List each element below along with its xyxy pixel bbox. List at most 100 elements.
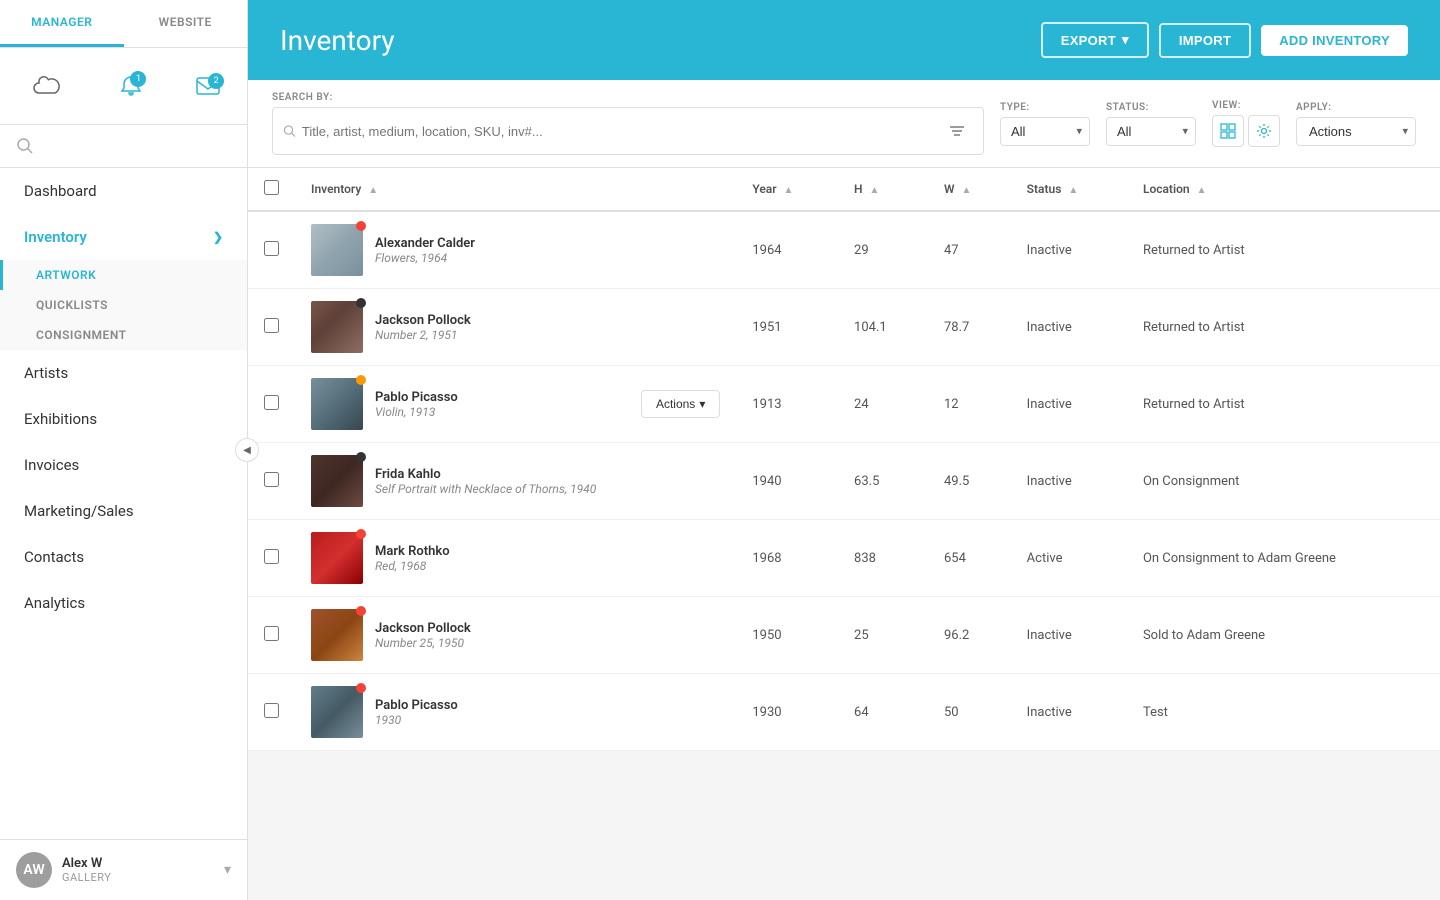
artwork-title: Self Portrait with Necklace of Thorns, 1… [375,482,720,496]
select-all-checkbox[interactable] [264,180,279,195]
artwork-details: Pablo Picasso 1930 [375,698,720,727]
col-h[interactable]: H ▲ [838,168,928,211]
sidebar-item-artists[interactable]: Artists [0,350,247,396]
status-label: STATUS: [1106,102,1196,113]
status-dot [356,529,366,539]
view-label: VIEW: [1212,100,1280,111]
row-status: Inactive [1011,289,1127,366]
sidebar-item-artwork[interactable]: ARTWORK [0,260,247,290]
artwork-details: Frida Kahlo Self Portrait with Necklace … [375,467,720,496]
artwork-cell: Alexander Calder Flowers, 1964 [295,211,736,289]
actions-select[interactable]: Actions [1296,117,1416,146]
sidebar-item-invoices[interactable]: Invoices [0,442,247,488]
export-button[interactable]: EXPORT ▾ [1041,22,1149,58]
row-checkbox-cell [248,366,295,443]
row-location: Returned to Artist [1127,366,1440,443]
row-h: 25 [838,597,928,674]
search-input-icon [283,124,296,138]
row-checkbox[interactable] [264,626,279,641]
row-h: 63.5 [838,443,928,520]
row-year: 1968 [736,520,838,597]
row-year: 1913 [736,366,838,443]
col-year[interactable]: Year ▲ [736,168,838,211]
sidebar-item-marketing[interactable]: Marketing/Sales [0,488,247,534]
row-checkbox[interactable] [264,703,279,718]
row-location: Test [1127,674,1440,751]
sidebar-item-consignment[interactable]: CONSIGNMENT [0,320,247,350]
sidebar-footer[interactable]: AW Alex W GALLERY ▾ [0,839,247,900]
mail-icon-wrap[interactable]: 2 [196,77,220,95]
grid-icon [1220,123,1236,139]
add-inventory-button[interactable]: ADD INVENTORY [1261,25,1408,56]
sort-h-icon: ▲ [870,185,880,196]
artwork-thumbnail [311,609,363,661]
footer-gallery: GALLERY [62,871,214,884]
search-icon [16,137,34,155]
sidebar-collapse-btn[interactable]: ◀ [235,438,259,462]
bell-icon-wrap[interactable]: 1 [120,75,142,97]
tab-manager[interactable]: MANAGER [0,0,124,47]
row-checkbox[interactable] [264,395,279,410]
table-row: Pablo Picasso 1930 19306450InactiveTest [248,674,1440,751]
row-checkbox[interactable] [264,241,279,256]
apply-label: APPLY: [1296,102,1416,113]
actions-chevron-icon: ▾ [699,397,705,411]
sidebar-nav: Dashboard Inventory ❯ ARTWORK QUICKLISTS… [0,168,247,839]
row-location: Returned to Artist [1127,211,1440,289]
mail-badge: 2 [208,73,224,89]
col-status[interactable]: Status ▲ [1011,168,1127,211]
row-actions-button[interactable]: Actions ▾ [641,390,720,418]
artwork-details: Pablo Picasso Violin, 1913 [375,390,629,419]
artwork-title: Number 2, 1951 [375,328,720,342]
artwork-artist: Jackson Pollock [375,313,720,328]
col-w[interactable]: W ▲ [928,168,1011,211]
artwork-details: Jackson Pollock Number 25, 1950 [375,621,720,650]
artwork-artist: Mark Rothko [375,544,720,559]
sidebar-item-exhibitions[interactable]: Exhibitions [0,396,247,442]
type-select[interactable]: All [1000,117,1090,146]
sidebar-search-area[interactable] [0,125,247,168]
sidebar-icon-area: 1 2 [0,48,247,125]
row-checkbox[interactable] [264,318,279,333]
row-h: 29 [838,211,928,289]
col-inventory[interactable]: Inventory ▲ [295,168,736,211]
row-year: 1930 [736,674,838,751]
row-checkbox[interactable] [264,549,279,564]
view-buttons [1212,115,1280,147]
row-checkbox[interactable] [264,472,279,487]
row-location: On Consignment to Adam Greene [1127,520,1440,597]
import-button[interactable]: IMPORT [1159,23,1251,58]
artwork-details: Jackson Pollock Number 2, 1951 [375,313,720,342]
table-row: Jackson Pollock Number 25, 1950 19502596… [248,597,1440,674]
footer-info: Alex W GALLERY [62,856,214,884]
bell-badge: 1 [130,71,146,87]
row-h: 104.1 [838,289,928,366]
filter-icon-btn[interactable] [942,114,973,148]
artwork-artist: Pablo Picasso [375,390,629,405]
artwork-info-wrap: Alexander Calder Flowers, 1964 [311,224,720,276]
row-year: 1950 [736,597,838,674]
sidebar-item-analytics[interactable]: Analytics [0,580,247,626]
table-row: Alexander Calder Flowers, 1964 19642947I… [248,211,1440,289]
inventory-table-container: Inventory ▲ Year ▲ H ▲ W [248,168,1440,751]
footer-chevron-icon: ▾ [224,862,231,878]
row-h: 838 [838,520,928,597]
sidebar-item-contacts[interactable]: Contacts [0,534,247,580]
sidebar-item-inventory[interactable]: Inventory ❯ [0,214,247,260]
grid-view-btn[interactable] [1212,115,1244,147]
artwork-artist: Alexander Calder [375,236,720,251]
cloud-icon-btn[interactable] [27,66,67,106]
sort-status-icon: ▲ [1068,185,1078,196]
sort-inventory-icon: ▲ [368,185,378,196]
search-by-label: SEARCH BY: [272,92,984,103]
artwork-artist: Frida Kahlo [375,467,720,482]
tab-website[interactable]: WEBSITE [124,0,248,47]
col-location[interactable]: Location ▲ [1127,168,1440,211]
status-select[interactable]: All [1106,117,1196,146]
row-year: 1951 [736,289,838,366]
sidebar-item-quicklists[interactable]: QUICKLISTS [0,290,247,320]
artwork-info-wrap: Pablo Picasso 1930 [311,686,720,738]
settings-view-btn[interactable] [1248,115,1280,147]
search-input[interactable] [302,124,936,139]
sidebar-item-dashboard[interactable]: Dashboard [0,168,247,214]
